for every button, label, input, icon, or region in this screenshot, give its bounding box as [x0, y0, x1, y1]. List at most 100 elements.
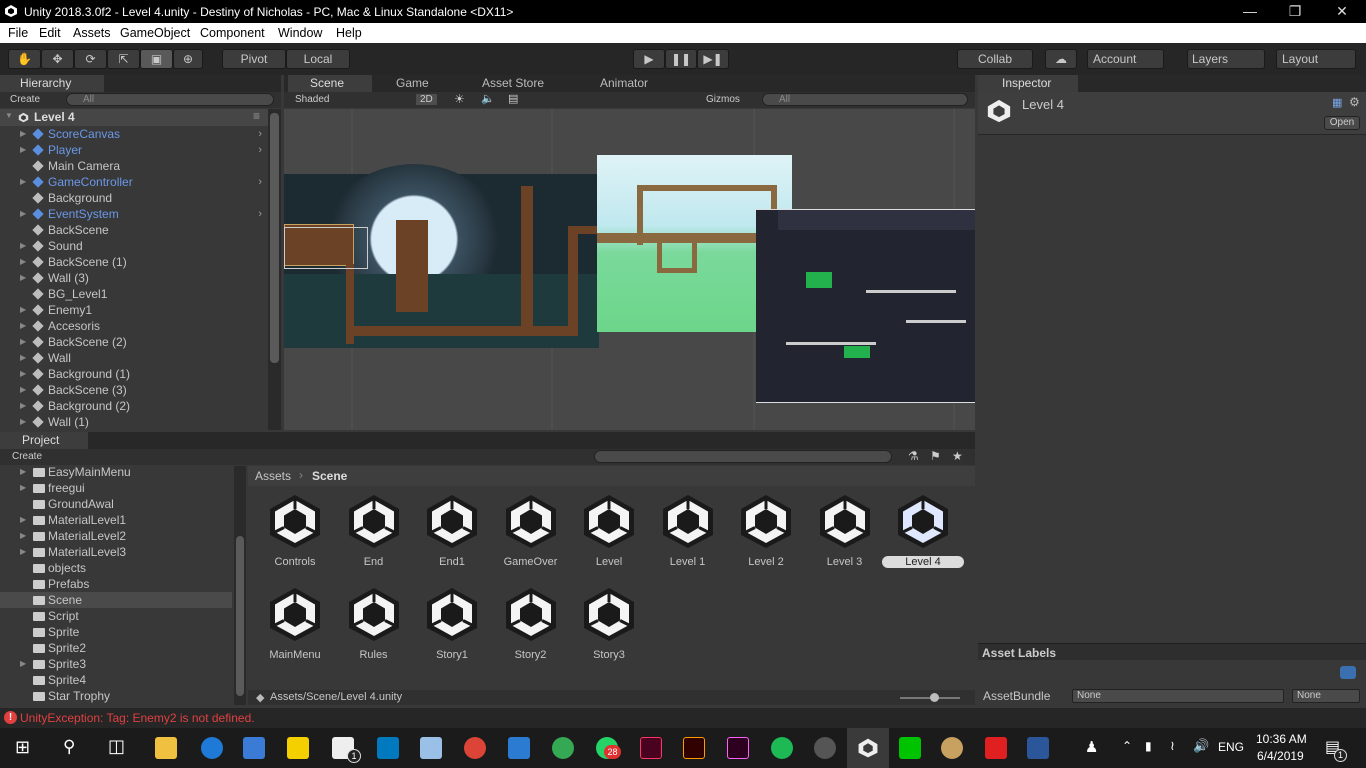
- folder-item[interactable]: Sprite: [0, 624, 232, 640]
- menu-assets[interactable]: Assets: [73, 26, 111, 40]
- scene-root-row[interactable]: ▼ Level 4 ≡: [0, 109, 268, 126]
- folder-item[interactable]: ▶ Sprite3: [0, 656, 232, 672]
- folder-item[interactable]: Sprite2: [0, 640, 232, 656]
- expand-arrow-icon[interactable]: ▶: [20, 270, 26, 286]
- audio-icon[interactable]: 🔈: [481, 92, 495, 105]
- sticky-notes-icon[interactable]: [287, 737, 309, 759]
- hierarchy-item[interactable]: ▶ BackScene (2): [0, 334, 268, 350]
- paint-icon[interactable]: [941, 737, 963, 759]
- folder-item[interactable]: ▶ MaterialLevel2: [0, 528, 232, 544]
- expand-arrow-icon[interactable]: ▶: [20, 512, 26, 528]
- prefab-open-arrow-icon[interactable]: ›: [258, 126, 262, 142]
- folder-item[interactable]: Prefabs: [0, 576, 232, 592]
- tab-project[interactable]: Project: [0, 432, 88, 449]
- scene-search-input[interactable]: All: [762, 93, 968, 106]
- hierarchy-scrollbar[interactable]: [268, 109, 281, 430]
- filter-label-icon[interactable]: ⚑: [930, 449, 941, 463]
- filter-type-icon[interactable]: ⚗: [908, 449, 919, 463]
- gizmos-dropdown[interactable]: Gizmos: [706, 94, 740, 105]
- expand-arrow-icon[interactable]: ▶: [20, 366, 26, 382]
- expand-arrow-icon[interactable]: ▶: [20, 254, 26, 270]
- scene-asset[interactable]: GameOver: [494, 492, 568, 582]
- hierarchy-search-input[interactable]: All: [66, 93, 274, 106]
- folder-item[interactable]: ▶ EasyMainMenu: [0, 464, 232, 480]
- folder-item[interactable]: ▶ MaterialLevel3: [0, 544, 232, 560]
- line-icon[interactable]: [899, 737, 921, 759]
- hierarchy-item[interactable]: ▶ Accesoris: [0, 318, 268, 334]
- hierarchy-item[interactable]: ▶ Background (1): [0, 366, 268, 382]
- menu-file[interactable]: File: [8, 26, 28, 40]
- go-icon[interactable]: [814, 737, 836, 759]
- search-icon[interactable]: ⚲: [63, 737, 75, 757]
- scene-asset[interactable]: Story2: [494, 585, 568, 675]
- trello-icon[interactable]: [377, 737, 399, 759]
- help-icon[interactable]: ▦: [1332, 96, 1342, 109]
- menu-edit[interactable]: Edit: [39, 26, 61, 40]
- scene-menu-icon[interactable]: ≡: [253, 109, 260, 123]
- folder-item[interactable]: Scene: [0, 592, 232, 608]
- assetbundle-dropdown[interactable]: None: [1072, 689, 1284, 703]
- people-icon[interactable]: ♟: [1085, 738, 1098, 756]
- hierarchy-item[interactable]: ▶ Wall (1): [0, 414, 268, 430]
- hierarchy-item[interactable]: ▶ Background (2): [0, 398, 268, 414]
- expand-arrow-icon[interactable]: ▶: [20, 302, 26, 318]
- folder-item[interactable]: Script: [0, 608, 232, 624]
- transform-tool-button[interactable]: ⊕: [173, 49, 203, 69]
- acrobat-icon[interactable]: [985, 737, 1007, 759]
- chevron-up-icon[interactable]: ⌃: [1122, 739, 1132, 753]
- close-button[interactable]: ✕: [1322, 2, 1362, 21]
- folder-item[interactable]: Sprite4: [0, 672, 232, 688]
- folder-item[interactable]: objects: [0, 560, 232, 576]
- scene-asset[interactable]: Story1: [415, 585, 489, 675]
- hierarchy-item[interactable]: ▶ Sound: [0, 238, 268, 254]
- local-toggle[interactable]: Local: [286, 49, 350, 69]
- move-tool-button[interactable]: ✥: [41, 49, 74, 69]
- tab-animator[interactable]: Animator: [582, 75, 682, 92]
- expand-arrow-icon[interactable]: ▶: [20, 656, 26, 672]
- hierarchy-item[interactable]: BG_Level1: [0, 286, 268, 302]
- effects-icon[interactable]: ▤: [508, 92, 518, 105]
- favorite-star-icon[interactable]: ★: [952, 449, 963, 463]
- chrome-icon[interactable]: [464, 737, 486, 759]
- expand-arrow-icon[interactable]: ▶: [20, 398, 26, 414]
- hierarchy-item[interactable]: BackScene: [0, 222, 268, 238]
- clock-time[interactable]: 10:36 AM: [1256, 732, 1307, 746]
- hierarchy-item[interactable]: ▶ EventSystem ›: [0, 206, 268, 222]
- project-create-button[interactable]: Create: [12, 451, 42, 462]
- language-indicator[interactable]: ENG: [1218, 740, 1244, 754]
- scene-asset[interactable]: End1: [415, 492, 489, 582]
- expand-arrow-icon[interactable]: ▶: [20, 318, 26, 334]
- scene-asset[interactable]: Rules: [337, 585, 411, 675]
- scene-viewport[interactable]: [284, 109, 975, 430]
- gear-icon[interactable]: ⚙: [1349, 95, 1360, 109]
- scene-asset[interactable]: Controls: [258, 492, 332, 582]
- hierarchy-scroll-thumb[interactable]: [270, 113, 279, 363]
- layout-dropdown[interactable]: Layout: [1276, 49, 1356, 69]
- prefab-open-arrow-icon[interactable]: ›: [258, 174, 262, 190]
- spotify-icon[interactable]: [771, 737, 793, 759]
- folder-item[interactable]: GroundAwal: [0, 496, 232, 512]
- scale-tool-button[interactable]: ⇱: [107, 49, 140, 69]
- 3d-viewer-icon[interactable]: [420, 737, 442, 759]
- scene-asset[interactable]: End: [337, 492, 411, 582]
- illustrator-icon[interactable]: [683, 737, 705, 759]
- menu-help[interactable]: Help: [336, 26, 362, 40]
- scene-asset[interactable]: Level 4: [882, 492, 964, 582]
- scene-asset[interactable]: Level 2: [729, 492, 803, 582]
- folder-scrollbar[interactable]: [234, 466, 246, 705]
- expand-arrow-icon[interactable]: ▶: [20, 464, 26, 480]
- scene-asset[interactable]: Story3: [572, 585, 646, 675]
- word-icon[interactable]: [1027, 737, 1049, 759]
- hierarchy-item[interactable]: ▶ BackScene (1): [0, 254, 268, 270]
- layers-dropdown[interactable]: Layers: [1187, 49, 1265, 69]
- tab-inspector[interactable]: Inspector: [978, 75, 1078, 92]
- hierarchy-item[interactable]: Main Camera: [0, 158, 268, 174]
- hand-tool-button[interactable]: ✋: [8, 49, 41, 69]
- expand-arrow-icon[interactable]: ▶: [20, 544, 26, 560]
- account-dropdown[interactable]: Account: [1087, 49, 1164, 69]
- windows-start-icon[interactable]: ⊞: [15, 737, 30, 758]
- restore-button[interactable]: ❐: [1275, 2, 1315, 21]
- hierarchy-item[interactable]: ▶ Wall (3): [0, 270, 268, 286]
- step-button[interactable]: ▶❚: [697, 49, 729, 69]
- rotate-tool-button[interactable]: ⟳: [74, 49, 107, 69]
